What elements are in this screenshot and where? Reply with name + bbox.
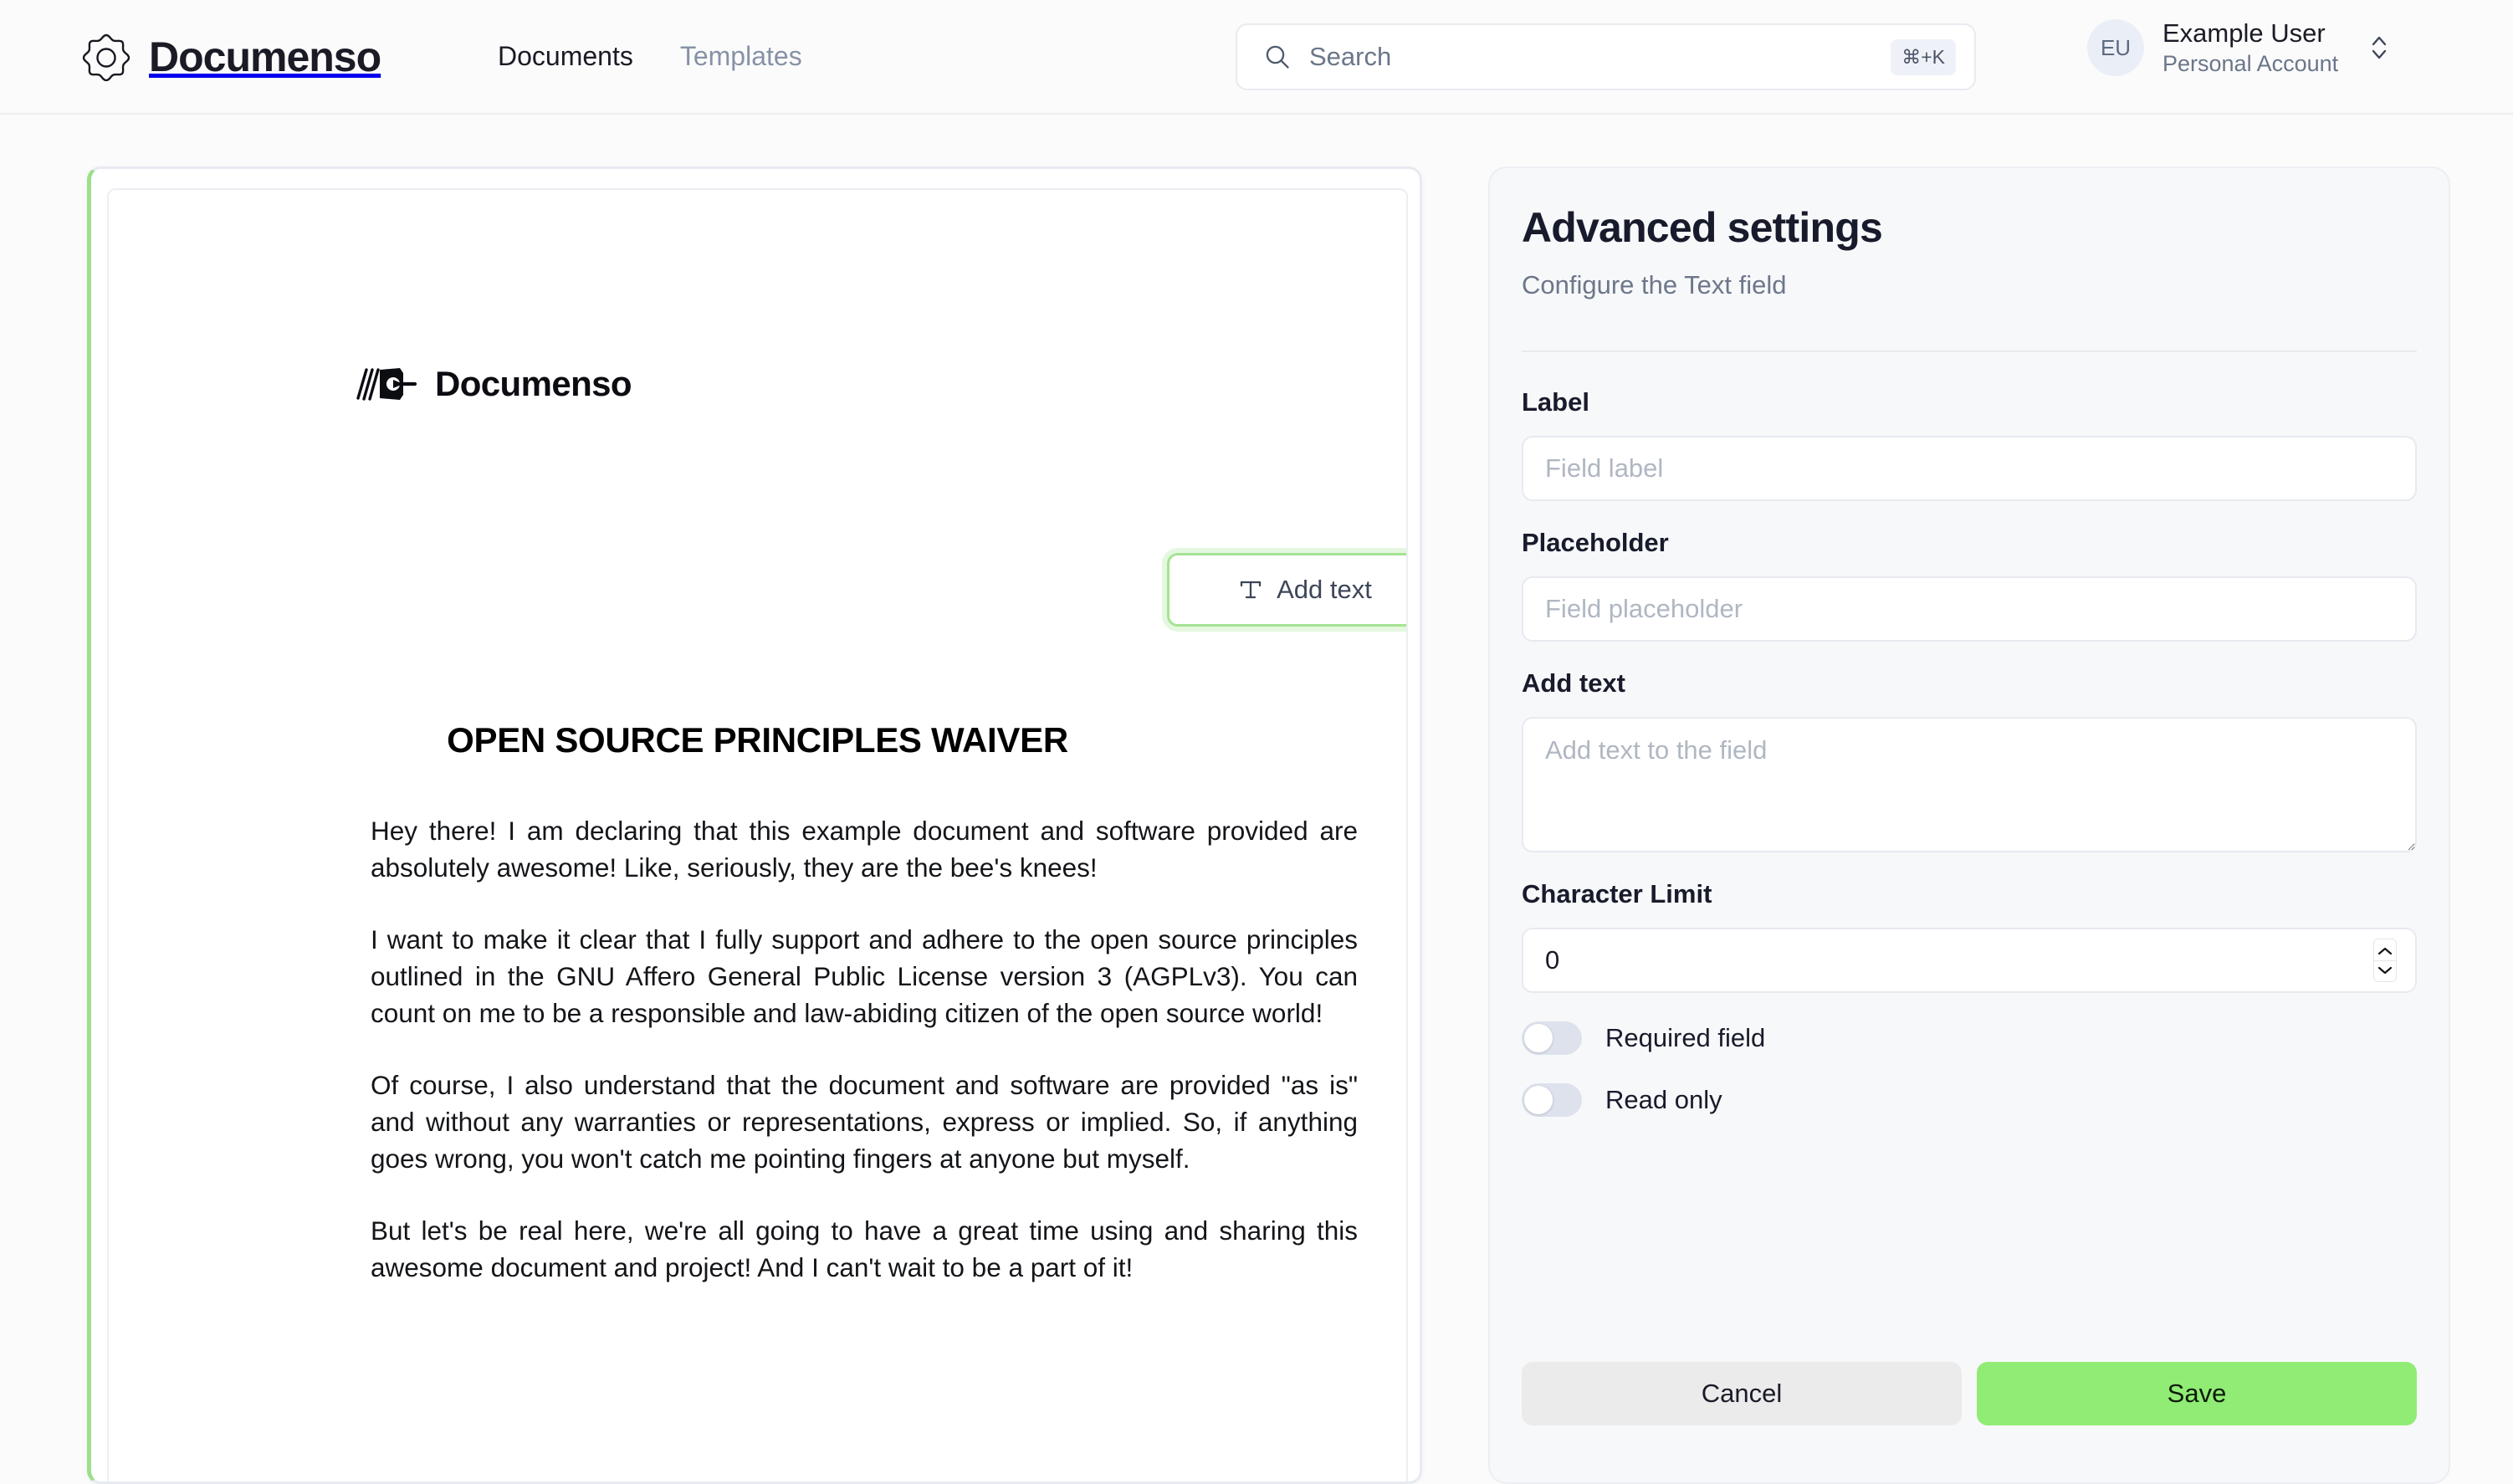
stepper-divider xyxy=(2374,959,2396,961)
save-button[interactable]: Save xyxy=(1977,1362,2417,1425)
document-logo: Documenso xyxy=(356,364,632,404)
main-nav: Documents Templates xyxy=(498,41,802,72)
app-header: Documenso Documents Templates Search ⌘+K… xyxy=(0,0,2513,115)
brand-name: Documenso xyxy=(149,33,381,80)
character-limit-label: Character Limit xyxy=(1522,879,1712,908)
avatar: EU xyxy=(2087,19,2144,76)
required-field-toggle-label: Required field xyxy=(1605,1023,1766,1052)
account-menu-button[interactable]: EU Example User Personal Account xyxy=(2087,18,2390,77)
documenso-wordmark-icon xyxy=(356,365,418,403)
document-body: Hey there! I am declaring that this exam… xyxy=(371,812,1358,1286)
chevron-up-down-icon xyxy=(2368,29,2390,66)
settings-form: Label Placeholder Add text Character Lim… xyxy=(1522,387,2417,1117)
account-subtitle: Personal Account xyxy=(2162,51,2339,76)
character-limit-wrapper xyxy=(1522,928,2417,993)
label-field-group: Label xyxy=(1522,387,2417,501)
quantity-stepper[interactable] xyxy=(2373,939,2397,982)
read-only-toggle[interactable] xyxy=(1522,1083,1582,1117)
search-shortcut-badge: ⌘+K xyxy=(1891,38,1956,75)
document-viewer: Documenso Add text OPEN SOURCE PRINCIPLE… xyxy=(87,166,1422,1484)
documenso-logo-icon xyxy=(82,33,131,81)
label-input[interactable] xyxy=(1522,436,2417,501)
character-limit-input[interactable] xyxy=(1522,928,2417,993)
document-paragraph: I want to make it clear that I fully sup… xyxy=(371,924,1358,1028)
chevron-down-icon xyxy=(2377,966,2393,974)
panel-header: Advanced settings Configure the Text fie… xyxy=(1522,203,2417,300)
text-field-icon xyxy=(1238,577,1263,602)
required-field-row[interactable]: Required field xyxy=(1522,1021,2417,1055)
brand-home-link[interactable]: Documenso xyxy=(82,33,381,81)
panel-title: Advanced settings xyxy=(1522,204,1883,251)
document-page[interactable]: Documenso Add text OPEN SOURCE PRINCIPLE… xyxy=(107,188,1408,1481)
document-logo-text: Documenso xyxy=(435,364,632,403)
add-text-textarea[interactable] xyxy=(1522,717,2417,852)
read-only-row[interactable]: Read only xyxy=(1522,1083,2417,1117)
label-field-label: Label xyxy=(1522,387,1589,417)
character-limit-field-group: Character Limit xyxy=(1522,879,2417,993)
add-text-field-group: Add text xyxy=(1522,668,2417,852)
nav-link-templates[interactable]: Templates xyxy=(680,41,802,72)
search-placeholder: Search xyxy=(1309,42,1392,71)
toggle-knob xyxy=(1524,1086,1553,1114)
chevron-up-icon xyxy=(2377,947,2393,954)
add-text-field-label: Add text xyxy=(1522,668,1625,698)
account-labels: Example User Personal Account xyxy=(2162,18,2338,77)
toggle-knob xyxy=(1524,1024,1553,1052)
document-paragraph: But let's be real here, we're all going … xyxy=(371,1215,1358,1282)
document-paragraph: Hey there! I am declaring that this exam… xyxy=(371,816,1358,883)
account-name: Example User xyxy=(2162,18,2326,48)
document-title: OPEN SOURCE PRINCIPLES WAIVER xyxy=(447,720,1068,760)
panel-subtitle: Configure the Text field xyxy=(1522,270,1787,299)
read-only-toggle-label: Read only xyxy=(1605,1085,1722,1114)
document-paragraph: Of course, I also understand that the do… xyxy=(371,1070,1358,1174)
placeholder-field-group: Placeholder xyxy=(1522,528,2417,642)
nav-link-documents[interactable]: Documents xyxy=(498,41,633,72)
required-field-toggle[interactable] xyxy=(1522,1021,1582,1055)
placeholder-input[interactable] xyxy=(1522,576,2417,642)
panel-divider xyxy=(1522,351,2417,352)
panel-actions: Cancel Save xyxy=(1522,1362,2417,1425)
add-text-field-label: Add text xyxy=(1277,575,1372,604)
search-input[interactable]: Search ⌘+K xyxy=(1236,23,1976,90)
placeholder-field-label: Placeholder xyxy=(1522,528,1669,557)
cancel-button[interactable]: Cancel xyxy=(1522,1362,1962,1425)
search-icon xyxy=(1264,43,1291,70)
advanced-settings-panel: Advanced settings Configure the Text fie… xyxy=(1488,166,2450,1484)
add-text-field[interactable]: Add text xyxy=(1167,553,1406,627)
